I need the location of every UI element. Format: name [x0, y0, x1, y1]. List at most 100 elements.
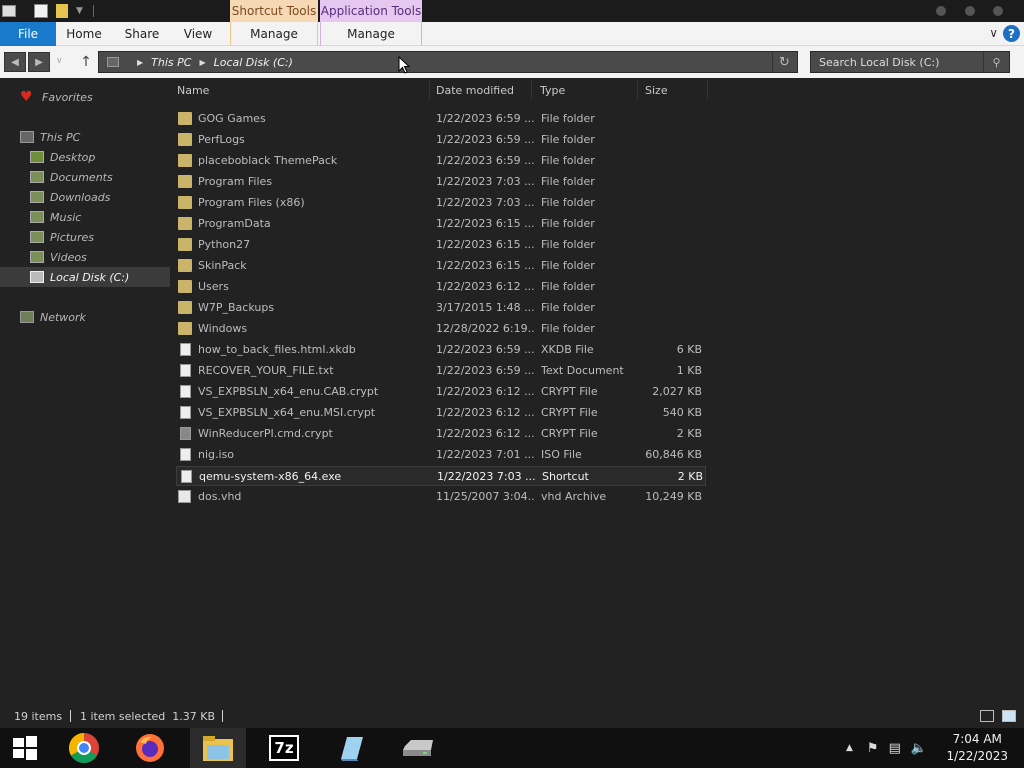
file-type: CRYPT File	[541, 427, 598, 440]
column-header-date[interactable]: Date modified	[432, 80, 532, 100]
up-button[interactable]: ↑	[78, 52, 94, 72]
file-type: File folder	[541, 196, 595, 209]
nav-item-favorites[interactable]: ♥ Favorites	[0, 87, 170, 107]
tab-manage-shortcut[interactable]: Manage	[230, 22, 318, 46]
firefox-icon[interactable]	[122, 728, 178, 768]
file-row[interactable]: Users 1/22/2023 6:12 ... File folder	[176, 277, 706, 297]
minimize-button[interactable]	[936, 6, 946, 16]
file-row[interactable]: dos.vhd 11/25/2007 3:04... vhd Archive 10,2…	[176, 487, 706, 507]
search-box[interactable]: Search Local Disk (C:) ⚲	[810, 51, 1010, 73]
file-row[interactable]: nig.iso 1/22/2023 7:01 ... ISO File 60,846 …	[176, 445, 706, 465]
file-type: File folder	[541, 280, 595, 293]
nav-item-downloads[interactable]: Downloads	[0, 187, 170, 207]
column-header-size[interactable]: Size	[640, 80, 708, 100]
file-row[interactable]: PerfLogs 1/22/2023 6:59 ... File folder	[176, 130, 706, 150]
new-folder-icon[interactable]	[56, 4, 68, 18]
tab-home[interactable]: Home	[62, 22, 106, 46]
file-name: VS_EXPBSLN_x64_enu.CAB.crypt	[198, 385, 379, 398]
file-row[interactable]: RECOVER_YOUR_FILE.txt 1/22/2023 6:59 ... T…	[176, 361, 706, 381]
file-type: File folder	[541, 133, 595, 146]
search-icon[interactable]: ⚲	[983, 52, 1009, 72]
file-row[interactable]: SkinPack 1/22/2023 6:15 ... File folder	[176, 256, 706, 276]
file-date: 1/22/2023 6:15 ...	[436, 217, 534, 230]
tab-file[interactable]: File	[0, 22, 56, 46]
notepad-icon[interactable]	[322, 728, 378, 768]
large-icons-view-icon[interactable]	[1002, 710, 1016, 722]
folder-icon	[178, 217, 192, 230]
breadcrumb-this-pc[interactable]: This PC	[151, 56, 191, 69]
file-row[interactable]: Program Files 1/22/2023 7:03 ... File fold…	[176, 172, 706, 192]
refresh-button[interactable]: ↻	[772, 52, 796, 72]
file-icon	[181, 470, 192, 483]
file-icon	[180, 427, 191, 440]
address-bar[interactable]: ▶ This PC ▶ Local Disk (C:)	[98, 51, 798, 73]
file-row[interactable]: GOG Games 1/22/2023 6:59 ... File folder	[176, 109, 706, 129]
nav-item-documents[interactable]: Documents	[0, 167, 170, 187]
volume-icon[interactable]: 🔈	[911, 741, 927, 756]
nav-item-videos[interactable]: Videos	[0, 247, 170, 267]
file-row[interactable]: W7P_Backups 3/17/2015 1:48 ... File folder	[176, 298, 706, 318]
chevron-down-icon[interactable]: ▼	[76, 6, 83, 16]
action-center-flag-icon[interactable]: ⚑	[867, 741, 879, 756]
file-date: 1/22/2023 6:59 ...	[436, 154, 534, 167]
7zip-label: 7z	[269, 735, 299, 761]
expand-ribbon-icon[interactable]: ∨	[989, 26, 998, 40]
show-hidden-icons-icon[interactable]: ▲	[846, 743, 853, 753]
column-header-name[interactable]: Name	[176, 80, 430, 100]
close-button[interactable]	[993, 6, 1003, 16]
network-icon[interactable]: ▤	[889, 741, 901, 756]
heart-icon: ♥	[20, 89, 33, 105]
file-row[interactable]: placeboblack ThemePack 1/22/2023 6:59 ...…	[176, 151, 706, 171]
file-row[interactable]: Python27 1/22/2023 6:15 ... File folder	[176, 235, 706, 255]
file-row[interactable]: VS_EXPBSLN_x64_enu.CAB.crypt 1/22/2023 6:…	[176, 382, 706, 402]
nav-item-this-pc[interactable]: This PC	[0, 127, 170, 147]
nav-item-pictures[interactable]: Pictures	[0, 227, 170, 247]
back-button[interactable]: ◀	[4, 52, 26, 72]
windows-logo-icon	[13, 736, 37, 760]
file-row[interactable]: Program Files (x86) 1/22/2023 7:03 ... Fil…	[176, 193, 706, 213]
chrome-icon[interactable]	[56, 728, 112, 768]
file-size: 6 KB	[676, 343, 702, 356]
7zip-icon[interactable]: 7z	[256, 728, 312, 768]
status-divider	[222, 710, 223, 722]
folder-icon	[178, 322, 192, 335]
taskbar: 7z ▲ ⚑ ▤ 🔈 7:04 AM 1/22/2023	[0, 728, 1024, 768]
details-view-icon[interactable]	[980, 710, 994, 722]
nav-item-music[interactable]: Music	[0, 207, 170, 227]
forward-button[interactable]: ▶	[28, 52, 50, 72]
tab-view[interactable]: View	[178, 22, 218, 46]
file-row[interactable]: WinReducerPI.cmd.crypt 1/22/2023 6:12 ...…	[176, 424, 706, 444]
folder-icon	[178, 259, 192, 272]
nav-item-network[interactable]: Network	[0, 307, 170, 327]
file-type: vhd Archive	[541, 490, 607, 503]
clock-date: 1/22/2023	[946, 749, 1008, 763]
new-document-icon[interactable]	[34, 4, 48, 18]
nav-label: Music	[50, 210, 82, 224]
file-row[interactable]: Windows 12/28/2022 6:19... File folder	[176, 319, 706, 339]
file-size: 10,249 KB	[645, 490, 702, 503]
tab-share[interactable]: Share	[120, 22, 164, 46]
nav-item-desktop[interactable]: Desktop	[0, 147, 170, 167]
breadcrumb-local-disk[interactable]: Local Disk (C:)	[214, 56, 293, 69]
file-row[interactable]: VS_EXPBSLN_x64_enu.MSI.crypt 1/22/2023 6:…	[176, 403, 706, 423]
file-row[interactable]: how_to_back_files.html.xkdb 1/22/2023 6:5…	[176, 340, 706, 360]
file-name: how_to_back_files.html.xkdb	[198, 343, 356, 356]
nav-item-local-disk[interactable]: Local Disk (C:)	[0, 267, 170, 287]
help-icon[interactable]: ?	[1003, 25, 1020, 42]
start-icon[interactable]	[0, 728, 50, 768]
file-row[interactable]: ProgramData 1/22/2023 6:15 ... File folder	[176, 214, 706, 234]
file-row[interactable]: qemu-system-x86_64.exe 1/22/2023 7:03 ...…	[176, 466, 706, 486]
file-date: 1/22/2023 6:59 ...	[436, 343, 534, 356]
search-input[interactable]: Search Local Disk (C:)	[819, 56, 939, 69]
file-size: 1 KB	[676, 364, 702, 377]
recent-locations-icon[interactable]: ∨	[56, 56, 63, 66]
file-explorer-icon[interactable]	[190, 728, 246, 768]
tab-manage-application[interactable]: Manage	[320, 22, 422, 46]
column-header-type[interactable]: Type	[536, 80, 638, 100]
clock[interactable]: 7:04 AM 1/22/2023	[946, 731, 1008, 765]
file-date: 11/25/2007 3:04...	[436, 490, 534, 503]
nav-label: Network	[40, 310, 86, 324]
drive-icon[interactable]	[390, 728, 446, 768]
maximize-button[interactable]	[965, 6, 975, 16]
properties-icon[interactable]	[2, 5, 16, 17]
